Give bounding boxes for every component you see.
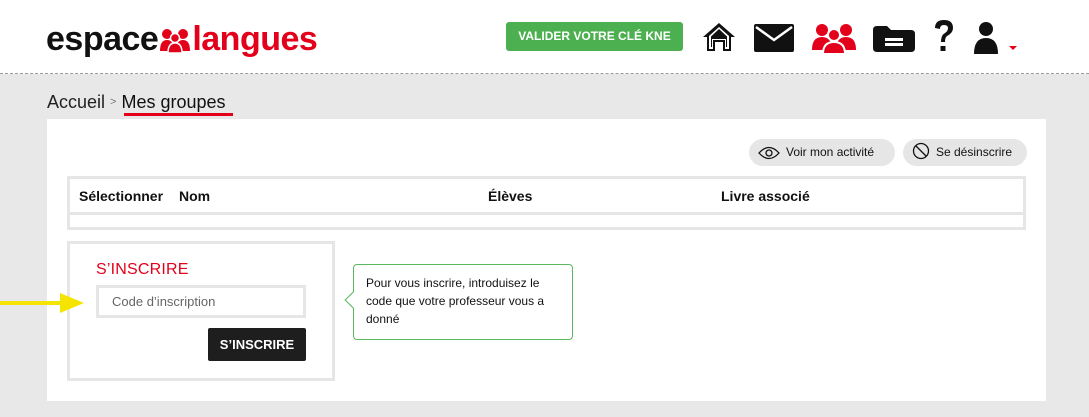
yellow-arrow-pointer (0, 293, 84, 313)
unsubscribe-label: Se désinscrire (936, 145, 1013, 159)
logo-people-icon (160, 23, 191, 61)
registration-code-input[interactable] (96, 285, 306, 318)
column-header-students: Élèves (488, 188, 533, 204)
view-activity-button[interactable]: Voir mon activité (749, 139, 895, 166)
espace-langues-logo[interactable]: espace langues (46, 20, 318, 61)
eye-icon (758, 146, 780, 160)
folder-icon[interactable] (873, 26, 915, 57)
groups-icon[interactable] (812, 22, 856, 59)
breadcrumb: Accueil > Mes groupes (47, 92, 226, 112)
signup-title: S’INSCRIRE (96, 261, 189, 278)
column-header-select: Sélectionner (79, 188, 164, 204)
unsubscribe-button[interactable]: Se désinscrire (903, 139, 1027, 166)
user-icon[interactable] (973, 20, 999, 59)
ban-icon (912, 142, 930, 160)
help-icon[interactable] (932, 18, 956, 59)
signup-button[interactable]: S’INSCRIRE (208, 328, 306, 361)
signup-help-tooltip: Pour vous inscrire, introduisez le code … (353, 264, 573, 340)
table-header-divider (70, 212, 1023, 215)
logo-text-langues: langues (192, 20, 318, 58)
tooltip-text: Pour vous inscrire, introduisez le code … (366, 276, 545, 326)
column-header-book: Livre associé (721, 188, 810, 204)
breadcrumb-home-link[interactable]: Accueil (47, 92, 105, 112)
top-bar: espace langues VALIDER VOTRE CLÉ KNE (0, 0, 1089, 74)
validate-kne-button[interactable]: VALIDER VOTRE CLÉ KNE (506, 22, 683, 51)
column-header-name: Nom (179, 188, 211, 204)
logo-text-espace: espace (46, 20, 159, 58)
breadcrumb-separator: > (110, 96, 117, 108)
groups-table (67, 176, 1026, 230)
user-menu-chevron-down-icon[interactable] (1009, 46, 1017, 50)
view-activity-label: Voir mon activité (786, 145, 875, 159)
mail-icon[interactable] (754, 24, 794, 57)
breadcrumb-current: Mes groupes (121, 92, 226, 112)
home-icon[interactable] (702, 20, 736, 59)
breadcrumb-underline (124, 113, 233, 116)
